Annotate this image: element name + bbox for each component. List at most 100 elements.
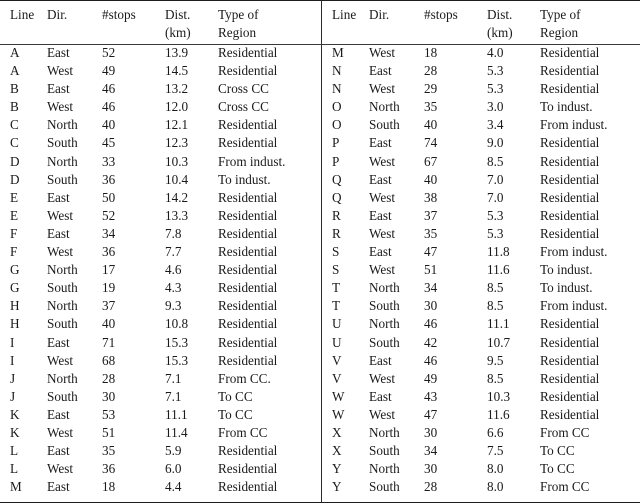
- cell-stops: 46: [102, 81, 116, 97]
- table-row: T North 34 8.5 To indust.: [322, 281, 640, 299]
- cell-line: P: [332, 153, 340, 169]
- cell-line: Q: [332, 189, 342, 205]
- cell-type: Residential: [218, 280, 278, 296]
- cell-type: Residential: [218, 135, 278, 151]
- cell-dist: 9.0: [487, 135, 504, 151]
- cell-line: G: [10, 262, 20, 278]
- cell-stops: 35: [424, 225, 438, 241]
- cell-type: Residential: [540, 225, 600, 241]
- table-row: O North 35 3.0 To indust.: [322, 100, 640, 118]
- cell-type: To indust.: [540, 99, 593, 115]
- cell-dir: West: [369, 153, 396, 169]
- cell-dir: East: [369, 244, 392, 260]
- data-table-right: Line Dir. #stops Dist. (km) Type of Regi…: [322, 0, 640, 498]
- cell-type: Residential: [540, 153, 600, 169]
- cell-line: D: [10, 153, 20, 169]
- cell-stops: 34: [102, 225, 116, 241]
- table-row: W West 47 11.6 Residential: [322, 408, 640, 426]
- table-row: U North 46 11.1 Residential: [322, 317, 640, 335]
- cell-line: G: [10, 280, 20, 296]
- cell-dir: West: [47, 352, 74, 368]
- cell-dist: 14.5: [165, 63, 189, 79]
- cell-stops: 49: [102, 63, 116, 79]
- cell-line: R: [332, 207, 341, 223]
- cell-line: I: [10, 334, 15, 350]
- table-row: N East 28 5.3 Residential: [322, 64, 640, 82]
- cell-line: V: [332, 352, 342, 368]
- cell-type: Residential: [540, 207, 600, 223]
- table-page: Line Dir. #stops Dist. (km) Type of Regi…: [0, 0, 640, 503]
- cell-type: Residential: [218, 117, 278, 133]
- cell-stops: 34: [424, 443, 438, 459]
- cell-dir: North: [369, 280, 400, 296]
- table-row: H North 37 9.3 Residential: [0, 299, 321, 317]
- cell-dir: West: [369, 370, 396, 386]
- cell-stops: 49: [424, 370, 438, 386]
- cell-type: To CC: [540, 443, 575, 459]
- cell-dir: North: [369, 424, 400, 440]
- cell-dir: East: [47, 443, 70, 459]
- cell-line: R: [332, 225, 341, 241]
- column-header-line-l1: Line: [332, 7, 357, 22]
- cell-stops: 19: [102, 280, 116, 296]
- cell-dist: 7.0: [487, 171, 504, 187]
- cell-stops: 45: [102, 135, 116, 151]
- cell-line: L: [10, 461, 19, 477]
- cell-line: N: [332, 81, 342, 97]
- cell-dir: West: [369, 225, 396, 241]
- cell-line: W: [332, 406, 345, 422]
- cell-stops: 40: [102, 316, 116, 332]
- cell-dir: East: [47, 81, 70, 97]
- cell-type: Residential: [540, 334, 600, 350]
- cell-dist: 8.0: [487, 479, 504, 495]
- cell-stops: 29: [424, 81, 438, 97]
- cell-dir: East: [369, 388, 392, 404]
- cell-line: E: [10, 189, 19, 205]
- table-row: B East 46 13.2 Cross CC: [0, 82, 321, 100]
- cell-line: M: [332, 45, 344, 60]
- table-row: M West 18 4.0 Residential: [322, 46, 640, 64]
- table-header-left: Line Dir. #stops Dist. (km) Type of Regi…: [0, 0, 321, 46]
- column-header-dist: Dist. (km): [487, 0, 540, 46]
- column-header-dir-l1: Dir.: [47, 7, 68, 22]
- table-row: A East 52 13.9 Residential: [0, 46, 321, 64]
- cell-stops: 52: [102, 45, 116, 60]
- table-row: J South 30 7.1 To CC: [0, 390, 321, 408]
- cell-dir: East: [369, 63, 392, 79]
- cell-type: Residential: [218, 244, 278, 260]
- cell-dist: 11.1: [165, 406, 188, 422]
- table-row: L East 35 5.9 Residential: [0, 444, 321, 462]
- cell-type: Residential: [540, 63, 600, 79]
- table-row: X South 34 7.5 To CC: [322, 444, 640, 462]
- column-header-type: Type of Region: [218, 0, 321, 46]
- cell-type: From CC: [540, 424, 590, 440]
- table-row: E East 50 14.2 Residential: [0, 191, 321, 209]
- cell-stops: 46: [424, 316, 438, 332]
- cell-stops: 74: [424, 135, 438, 151]
- header-row: Line Dir. #stops Dist. (km) Type of Regi…: [0, 0, 321, 46]
- cell-dist: 4.3: [165, 280, 182, 296]
- column-header-type-l2: Region: [540, 25, 579, 40]
- cell-line: C: [10, 135, 19, 151]
- cell-line: F: [10, 244, 18, 260]
- table-body-left: A East 52 13.9 Residential A West 49 14.5 Residen…: [0, 46, 321, 498]
- cell-line: D: [10, 171, 20, 187]
- table-row: Q West 38 7.0 Residential: [322, 191, 640, 209]
- cell-line: V: [332, 370, 342, 386]
- cell-line: Y: [332, 479, 342, 495]
- cell-type: Residential: [540, 316, 600, 332]
- column-header-line-l2: [10, 26, 47, 43]
- table-row: F West 36 7.7 Residential: [0, 245, 321, 263]
- cell-stops: 51: [102, 424, 116, 440]
- column-header-dir-l1: Dir.: [369, 7, 390, 22]
- column-header-stops: #stops: [424, 0, 487, 46]
- cell-dir: North: [47, 298, 78, 314]
- cell-stops: 28: [424, 63, 438, 79]
- cell-dist: 7.7: [165, 244, 182, 260]
- cell-dist: 10.3: [165, 153, 189, 169]
- table-row: N West 29 5.3 Residential: [322, 82, 640, 100]
- cell-dist: 13.2: [165, 81, 189, 97]
- cell-type: To indust.: [218, 171, 271, 187]
- cell-dist: 8.0: [487, 461, 504, 477]
- cell-stops: 30: [424, 298, 438, 314]
